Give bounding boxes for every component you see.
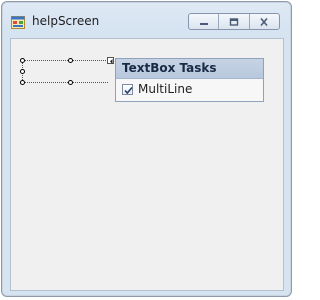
checkmark-icon [124, 86, 133, 95]
form-app-icon [11, 14, 25, 29]
maximize-icon [229, 17, 239, 26]
selection-top-border [22, 60, 108, 61]
minimize-icon [199, 22, 208, 25]
resize-handle-top-left[interactable] [20, 58, 25, 63]
selection-bottom-border [22, 82, 108, 83]
smart-tag-glyph[interactable] [107, 57, 114, 64]
resize-handle-top-middle[interactable] [68, 58, 73, 63]
resize-handle-middle-left[interactable] [20, 69, 25, 74]
window-controls [188, 13, 280, 30]
close-button[interactable] [250, 14, 279, 29]
minimize-button[interactable] [189, 14, 220, 29]
multiline-checkbox[interactable] [122, 84, 133, 95]
window-title: helpScreen [32, 14, 100, 28]
title-bar[interactable]: helpScreen [2, 2, 291, 32]
textbox-tasks-panel: TextBox Tasks MultiLine [115, 58, 264, 102]
tasks-panel-header: TextBox Tasks [116, 59, 263, 79]
resize-handle-bottom-left[interactable] [20, 80, 25, 85]
resize-handle-bottom-middle[interactable] [68, 80, 73, 85]
designer-window: helpScreen TextBox Tasks MultiLine [1, 1, 292, 297]
maximize-button[interactable] [219, 14, 250, 29]
left-arrow-icon [110, 59, 113, 64]
multiline-label: MultiLine [138, 82, 193, 96]
form-client-area[interactable]: TextBox Tasks MultiLine [10, 38, 284, 291]
multiline-option[interactable]: MultiLine [116, 79, 263, 103]
close-icon [260, 17, 268, 26]
